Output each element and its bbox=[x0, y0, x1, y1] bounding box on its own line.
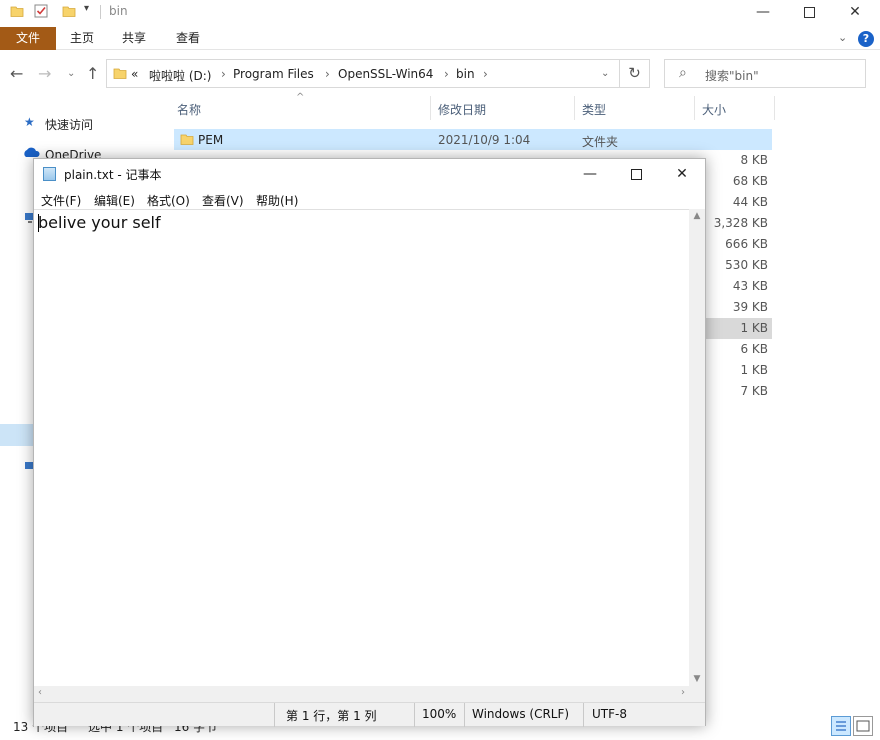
help-icon[interactable]: ? bbox=[858, 31, 874, 47]
text-caret bbox=[38, 214, 39, 232]
tab-home[interactable]: 主页 bbox=[60, 27, 104, 50]
breadcrumb-bin[interactable]: bin bbox=[456, 67, 475, 81]
column-divider[interactable] bbox=[574, 96, 575, 120]
address-dropdown-icon[interactable]: ⌄ bbox=[601, 68, 609, 79]
cursor-position: 第 1 行，第 1 列 bbox=[286, 709, 377, 723]
explorer-title-bar: ▾ bin — ✕ bbox=[0, 0, 880, 24]
notepad-window: plain.txt - 记事本 — ✕ 文件(F) 编辑(E) 格式(O) 查看… bbox=[33, 158, 706, 727]
tab-share[interactable]: 共享 bbox=[112, 27, 156, 50]
menu-format[interactable]: 格式(O) bbox=[147, 192, 190, 209]
column-divider[interactable] bbox=[694, 96, 695, 120]
expand-ribbon-icon[interactable]: ⌄ bbox=[838, 31, 847, 44]
tab-file[interactable]: 文件 bbox=[0, 27, 56, 50]
sidebar-selected-item[interactable] bbox=[0, 424, 34, 446]
menu-edit[interactable]: 编辑(E) bbox=[94, 192, 135, 209]
scroll-right-icon[interactable]: › bbox=[681, 687, 685, 698]
menu-view[interactable]: 查看(V) bbox=[202, 192, 244, 209]
ribbon: 文件 主页 共享 查看 ⌄ ? bbox=[0, 27, 880, 50]
close-button[interactable]: ✕ bbox=[659, 159, 705, 189]
back-icon[interactable]: ← bbox=[10, 64, 23, 83]
status-divider bbox=[583, 703, 584, 727]
sidebar-item-quick-access[interactable]: 快速访问 bbox=[45, 116, 93, 133]
column-name[interactable]: 名称 bbox=[177, 101, 201, 118]
navigation-bar: ← → ⌄ ↑ « 啦啦啦 (D:) › Program Files › Ope… bbox=[0, 57, 880, 91]
forward-icon[interactable]: → bbox=[38, 64, 51, 83]
new-folder-icon[interactable] bbox=[62, 4, 76, 21]
address-overflow[interactable]: « bbox=[131, 67, 138, 81]
scroll-down-icon[interactable]: ▼ bbox=[689, 674, 705, 684]
star-icon: ★ bbox=[24, 115, 35, 129]
folder-icon bbox=[180, 132, 194, 149]
folder-icon bbox=[113, 66, 127, 83]
folder-icon bbox=[10, 4, 24, 21]
up-icon[interactable]: ↑ bbox=[86, 64, 99, 83]
zoom-level: 100% bbox=[422, 707, 457, 721]
vertical-scrollbar[interactable]: ▲ ▼ bbox=[689, 209, 705, 686]
file-modified: 2021/10/9 1:04 bbox=[438, 133, 531, 147]
scrollbar-corner bbox=[689, 686, 705, 702]
horizontal-scrollbar[interactable]: ‹ › bbox=[34, 686, 689, 702]
menu-file[interactable]: 文件(F) bbox=[41, 192, 81, 209]
chevron-right-icon[interactable]: › bbox=[444, 67, 449, 81]
text-editor-area[interactable]: belive your self bbox=[34, 209, 689, 686]
address-bar[interactable]: « 啦啦啦 (D:) › Program Files › OpenSSL-Win… bbox=[106, 59, 620, 88]
chevron-right-icon[interactable]: › bbox=[221, 67, 226, 81]
minimize-button[interactable]: — bbox=[740, 0, 786, 24]
line-ending: Windows (CRLF) bbox=[472, 707, 570, 721]
customize-toolbar-icon[interactable]: ▾ bbox=[84, 3, 89, 14]
status-divider bbox=[274, 703, 275, 727]
status-divider bbox=[414, 703, 415, 727]
breadcrumb-drive[interactable]: 啦啦啦 (D:) bbox=[149, 67, 211, 84]
notepad-title: plain.txt - 记事本 bbox=[64, 168, 162, 182]
scroll-left-icon[interactable]: ‹ bbox=[38, 687, 42, 698]
recent-locations-icon[interactable]: ⌄ bbox=[67, 68, 75, 79]
column-divider[interactable] bbox=[774, 96, 775, 120]
large-icons-view-icon[interactable] bbox=[853, 716, 873, 736]
breadcrumb-program-files[interactable]: Program Files bbox=[233, 67, 314, 81]
sort-ascending-icon: ^ bbox=[296, 92, 305, 103]
search-icon: ⌕ bbox=[679, 65, 687, 81]
column-divider[interactable] bbox=[430, 96, 431, 120]
column-size[interactable]: 大小 bbox=[702, 101, 726, 118]
column-headers: ^ 名称 修改日期 类型 大小 bbox=[168, 92, 778, 120]
file-row-selected[interactable]: PEM 2021/10/9 1:04 文件夹 bbox=[174, 129, 772, 150]
chevron-right-icon[interactable]: › bbox=[483, 67, 488, 81]
details-view-icon[interactable] bbox=[831, 716, 851, 736]
search-input[interactable]: ⌕ 搜索"bin" bbox=[664, 59, 866, 88]
encoding: UTF-8 bbox=[592, 707, 627, 721]
file-name: PEM bbox=[198, 133, 224, 147]
maximize-button[interactable] bbox=[613, 159, 659, 189]
notepad-status-bar: 第 1 行，第 1 列 100% Windows (CRLF) UTF-8 bbox=[34, 702, 705, 727]
notepad-title-bar[interactable]: plain.txt - 记事本 — ✕ bbox=[34, 159, 705, 189]
maximize-button[interactable] bbox=[786, 0, 832, 24]
column-modified[interactable]: 修改日期 bbox=[438, 101, 486, 118]
refresh-button[interactable]: ↻ bbox=[620, 59, 650, 88]
column-type[interactable]: 类型 bbox=[582, 101, 606, 118]
title-divider bbox=[100, 5, 101, 19]
explorer-title: bin bbox=[109, 4, 128, 18]
scroll-up-icon[interactable]: ▲ bbox=[689, 211, 705, 221]
menu-help[interactable]: 帮助(H) bbox=[256, 192, 298, 209]
properties-icon[interactable] bbox=[33, 3, 49, 22]
tab-view[interactable]: 查看 bbox=[166, 27, 210, 50]
file-type: 文件夹 bbox=[582, 135, 619, 149]
menu-bar: 文件(F) 编辑(E) 格式(O) 查看(V) 帮助(H) bbox=[34, 189, 705, 209]
breadcrumb-openssl[interactable]: OpenSSL-Win64 bbox=[338, 67, 433, 81]
notepad-icon bbox=[43, 167, 56, 181]
close-button[interactable]: ✕ bbox=[832, 0, 878, 24]
chevron-right-icon[interactable]: › bbox=[325, 67, 330, 81]
search-placeholder: 搜索"bin" bbox=[705, 69, 759, 83]
minimize-button[interactable]: — bbox=[567, 159, 613, 189]
document-text[interactable]: belive your self bbox=[38, 213, 161, 232]
status-divider bbox=[464, 703, 465, 727]
